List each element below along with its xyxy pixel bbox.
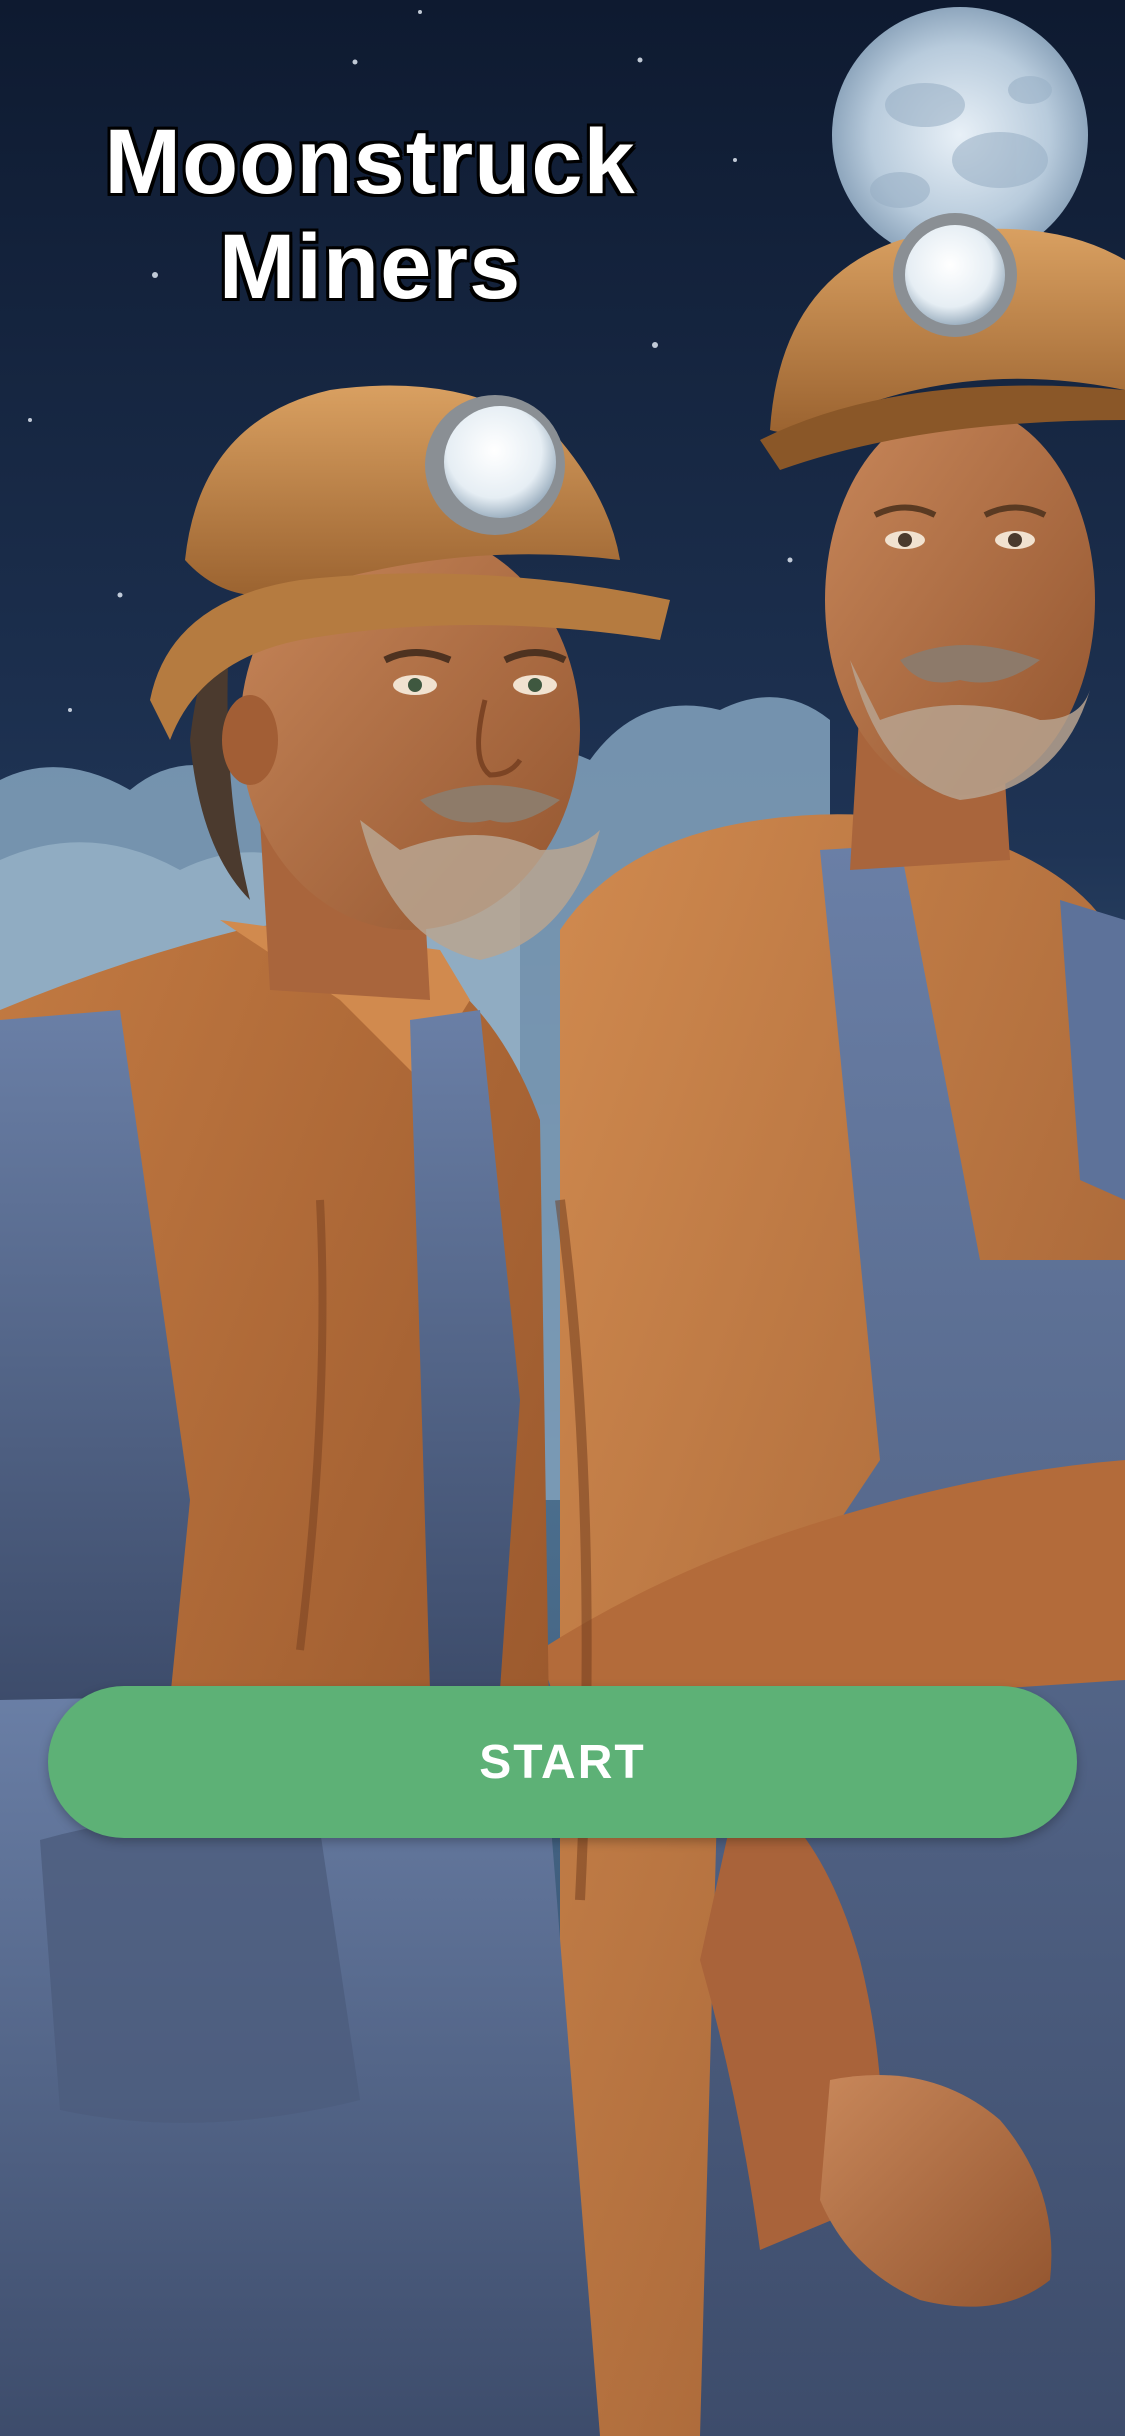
game-title-line-2: Miners [218,216,522,318]
title-screen: Moonstruck Miners START [0,0,1125,2436]
game-title: Moonstruck Miners [80,110,660,320]
start-button[interactable]: START [48,1686,1077,1838]
miners-illustration [0,0,1125,2436]
game-title-line-1: Moonstruck [104,111,636,213]
